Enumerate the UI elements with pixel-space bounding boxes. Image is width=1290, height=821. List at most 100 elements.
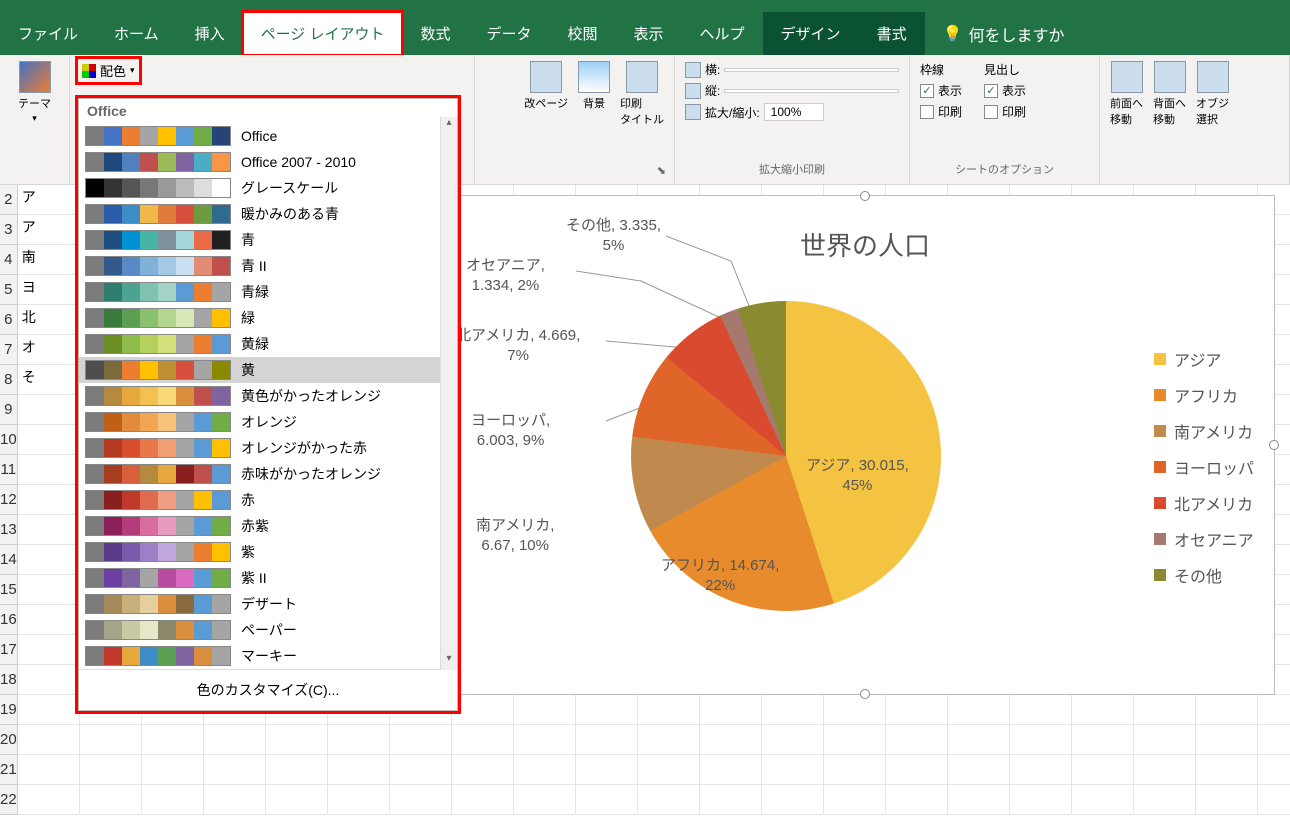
cell[interactable] <box>18 725 80 755</box>
scale-value[interactable]: 100% <box>764 103 824 121</box>
cell[interactable] <box>18 785 80 815</box>
data-label-other[interactable]: その他, 3.335, 5% <box>566 216 661 255</box>
theme-item[interactable]: 青 <box>79 227 457 253</box>
send-backward-button[interactable]: 背面へ 移動 <box>1151 59 1188 129</box>
theme-item[interactable]: 黄 <box>79 357 457 383</box>
page-setup-dialog-launcher[interactable]: ⬊ <box>483 161 666 180</box>
cell[interactable] <box>18 545 80 575</box>
theme-item[interactable]: 紫 II <box>79 565 457 591</box>
bring-forward-button[interactable]: 前面へ 移動 <box>1108 59 1145 129</box>
row-header[interactable]: 6 <box>0 305 17 335</box>
theme-item[interactable]: 赤 <box>79 487 457 513</box>
theme-item[interactable]: 赤紫 <box>79 513 457 539</box>
row-header[interactable]: 12 <box>0 485 17 515</box>
customize-colors-item[interactable]: 色のカスタマイズ(C)... <box>79 669 457 710</box>
theme-item[interactable]: 黄緑 <box>79 331 457 357</box>
scale-percent[interactable]: 拡大/縮小: 100% <box>683 101 901 123</box>
row-header[interactable]: 15 <box>0 575 17 605</box>
theme-item[interactable]: Office <box>79 123 457 149</box>
tab-file[interactable]: ファイル <box>0 12 96 55</box>
data-label-sam[interactable]: 南アメリカ, 6.67, 10% <box>476 516 554 555</box>
tab-page-layout[interactable]: ページ レイアウト <box>243 12 403 55</box>
row-header[interactable]: 10 <box>0 425 17 455</box>
theme-item[interactable]: 黄色がかったオレンジ <box>79 383 457 409</box>
cell[interactable]: ヨ <box>18 275 80 305</box>
headings-view-check[interactable]: 表示 <box>982 80 1028 101</box>
cell[interactable]: ア <box>18 185 80 215</box>
tell-me-search[interactable]: 💡 何をしますか <box>925 12 1083 55</box>
selection-pane-button[interactable]: オブジ 選択 <box>1194 59 1231 129</box>
tab-insert[interactable]: 挿入 <box>177 12 243 55</box>
cell[interactable] <box>18 515 80 545</box>
row-header[interactable]: 17 <box>0 635 17 665</box>
row-header[interactable]: 20 <box>0 725 17 755</box>
cell[interactable] <box>18 455 80 485</box>
theme-item[interactable]: デザート <box>79 591 457 617</box>
theme-menu-scrollbar[interactable]: ▴ ▾ <box>440 117 457 670</box>
scroll-up-icon[interactable]: ▴ <box>441 117 457 134</box>
row-header[interactable]: 21 <box>0 755 17 785</box>
row-header[interactable]: 9 <box>0 395 17 425</box>
legend-item[interactable]: オセアニア <box>1154 521 1254 557</box>
row-header[interactable]: 7 <box>0 335 17 365</box>
cell[interactable] <box>18 665 80 695</box>
tab-review[interactable]: 校閲 <box>550 12 616 55</box>
row-header[interactable]: 2 <box>0 185 17 215</box>
cell[interactable] <box>18 395 80 425</box>
data-label-nam[interactable]: 北アメリカ, 4.669, 7% <box>456 326 580 365</box>
page-break-button[interactable]: 改ページ <box>522 59 570 129</box>
scale-height[interactable]: 縦: <box>683 80 901 101</box>
print-titles-button[interactable]: 印刷 タイトル <box>618 59 666 129</box>
row-header[interactable]: 22 <box>0 785 17 815</box>
cell[interactable] <box>18 575 80 605</box>
background-button[interactable]: 背景 <box>576 59 612 129</box>
theme-item[interactable]: 暖かみのある青 <box>79 201 457 227</box>
cell[interactable] <box>18 485 80 515</box>
theme-item[interactable]: 青 II <box>79 253 457 279</box>
theme-item[interactable]: Office 2007 - 2010 <box>79 149 457 175</box>
tab-help[interactable]: ヘルプ <box>682 12 763 55</box>
legend-item[interactable]: ヨーロッパ <box>1154 449 1254 485</box>
row-header[interactable]: 11 <box>0 455 17 485</box>
tab-format[interactable]: 書式 <box>859 12 925 55</box>
legend-item[interactable]: アフリカ <box>1154 377 1254 413</box>
row-header[interactable]: 19 <box>0 695 17 725</box>
chart-legend[interactable]: アジアアフリカ南アメリカヨーロッパ北アメリカオセアニアその他 <box>1154 341 1254 593</box>
theme-item[interactable]: オレンジがかった赤 <box>79 435 457 461</box>
row-header[interactable]: 4 <box>0 245 17 275</box>
colors-dropdown-button[interactable]: 配色 ▾ <box>78 59 139 82</box>
cell[interactable]: ア <box>18 215 80 245</box>
cell[interactable] <box>18 605 80 635</box>
scroll-down-icon[interactable]: ▾ <box>441 653 457 670</box>
themes-button[interactable]: テーマ ▾ <box>8 59 61 126</box>
theme-item[interactable]: ペーパー <box>79 617 457 643</box>
data-label-eur[interactable]: ヨーロッパ, 6.003, 9% <box>471 411 550 450</box>
row-header[interactable]: 16 <box>0 605 17 635</box>
cell[interactable] <box>18 635 80 665</box>
tab-home[interactable]: ホーム <box>96 12 177 55</box>
legend-item[interactable]: 南アメリカ <box>1154 413 1254 449</box>
data-label-africa[interactable]: アフリカ, 14.674, 22% <box>661 556 779 595</box>
headings-print-check[interactable]: 印刷 <box>982 101 1028 122</box>
gridlines-print-check[interactable]: 印刷 <box>918 101 964 122</box>
theme-item[interactable]: 紫 <box>79 539 457 565</box>
cell[interactable] <box>18 755 80 785</box>
tab-formulas[interactable]: 数式 <box>402 12 468 55</box>
cell[interactable]: 北 <box>18 305 80 335</box>
theme-item[interactable]: 赤味がかったオレンジ <box>79 461 457 487</box>
row-header[interactable]: 5 <box>0 275 17 305</box>
row-header[interactable]: 3 <box>0 215 17 245</box>
legend-item[interactable]: その他 <box>1154 557 1254 593</box>
legend-item[interactable]: 北アメリカ <box>1154 485 1254 521</box>
cell[interactable]: オ <box>18 335 80 365</box>
theme-item[interactable]: 緑 <box>79 305 457 331</box>
cell[interactable] <box>18 425 80 455</box>
data-label-oce[interactable]: オセアニア, 1.334, 2% <box>466 256 545 295</box>
theme-item[interactable]: グレースケール <box>79 175 457 201</box>
row-header[interactable]: 13 <box>0 515 17 545</box>
scale-width[interactable]: 横: <box>683 59 901 80</box>
row-header[interactable]: 18 <box>0 665 17 695</box>
chart-object[interactable]: 世界の人口 アジア, 30.015, 45% アフリカ, 14.674, 22%… <box>455 195 1275 695</box>
theme-item[interactable]: オレンジ <box>79 409 457 435</box>
theme-item[interactable]: 青緑 <box>79 279 457 305</box>
